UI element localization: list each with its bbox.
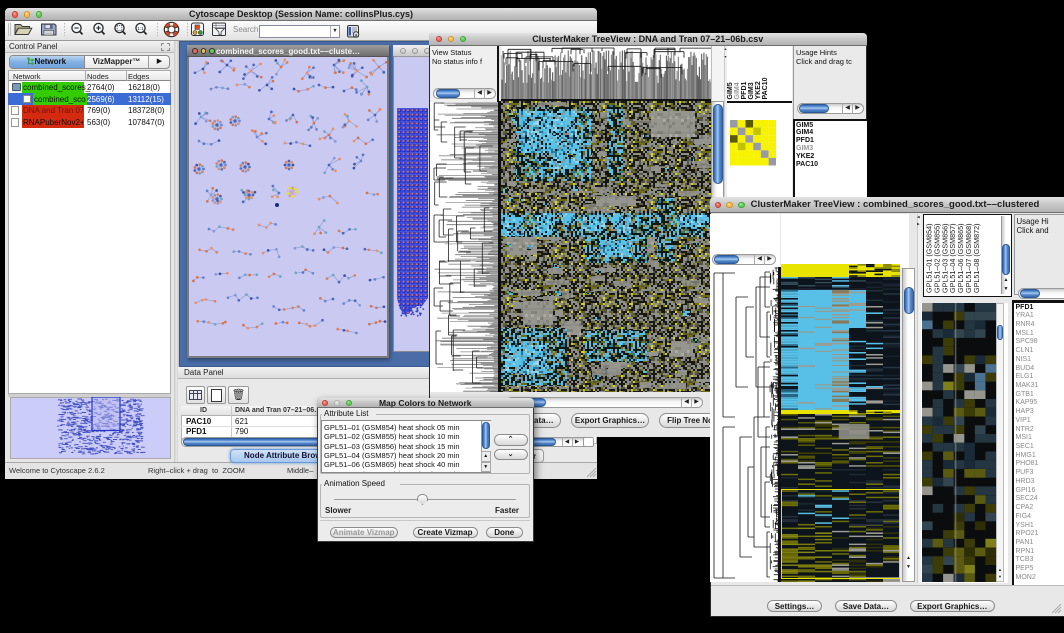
svg-text:GIM4: GIM4 xyxy=(734,82,741,99)
svg-text:PFD1: PFD1 xyxy=(741,81,748,99)
svg-text:GIM5: GIM5 xyxy=(727,82,734,99)
svg-text:Search:: Search: xyxy=(233,25,261,34)
svg-text:GIM3: GIM3 xyxy=(748,82,755,99)
svg-text:GPL51–08 (GSM872): GPL51–08 (GSM872) xyxy=(972,223,981,293)
svg-text:YKE2: YKE2 xyxy=(755,81,762,99)
svg-text:1:1: 1:1 xyxy=(137,26,144,31)
svg-text:PAC10: PAC10 xyxy=(762,77,769,99)
